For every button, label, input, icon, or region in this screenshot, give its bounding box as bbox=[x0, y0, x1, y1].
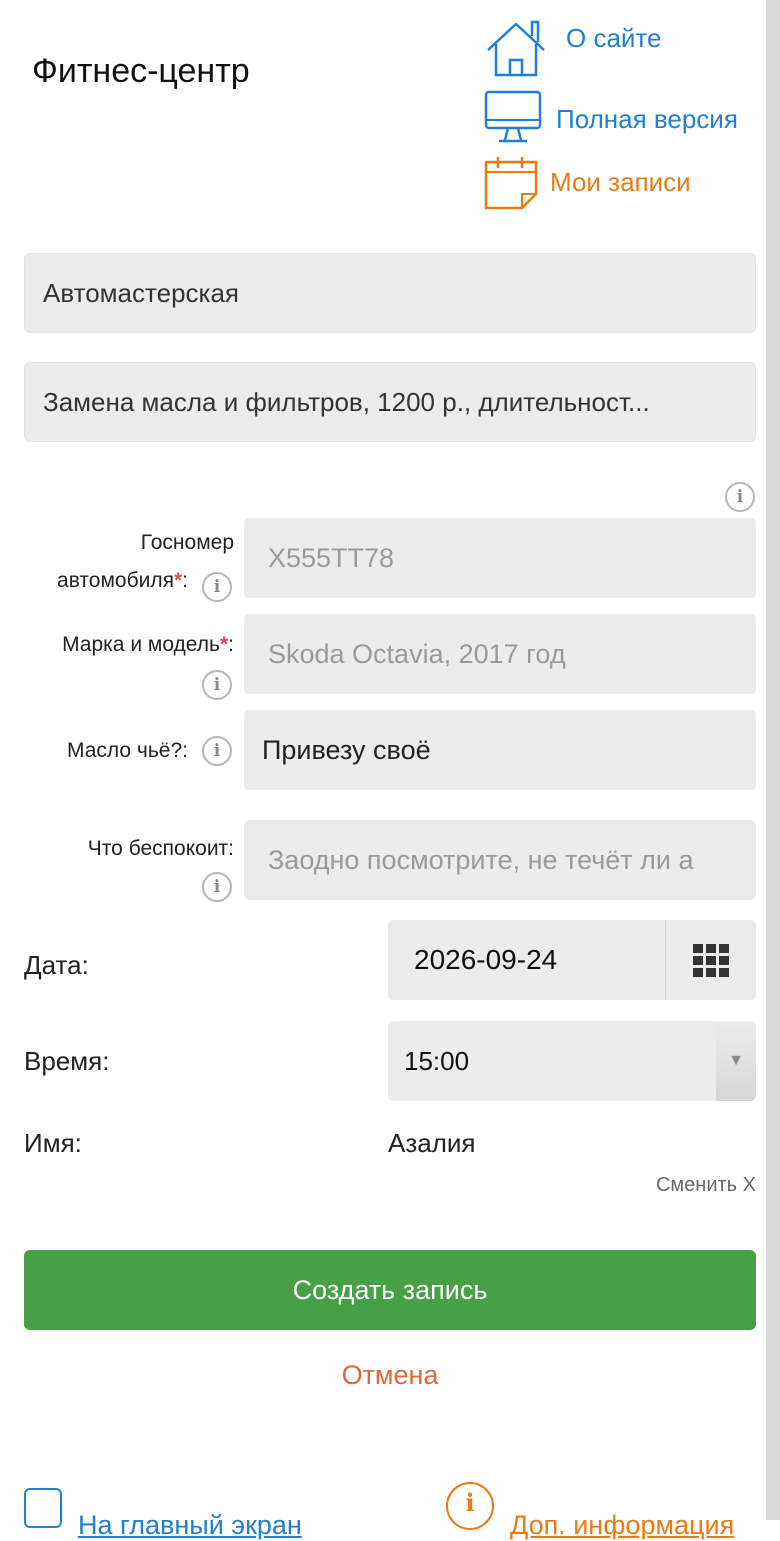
plate-label-line2: автомобиля bbox=[57, 568, 174, 592]
concern-textarea[interactable]: Заодно посмотрите, не течёт ли а bbox=[244, 820, 756, 900]
my-bookings-link[interactable]: Мои записи bbox=[484, 156, 691, 217]
calendar-icon bbox=[484, 156, 538, 217]
model-input[interactable]: Skoda Octavia, 2017 год bbox=[244, 614, 756, 694]
time-select[interactable]: 15:00 ▼ bbox=[388, 1021, 756, 1101]
plate-info-icon[interactable]: i bbox=[202, 572, 232, 602]
my-bookings-link-label: Мои записи bbox=[550, 167, 691, 197]
home-icon bbox=[484, 18, 548, 85]
calendar-picker-button[interactable] bbox=[665, 920, 756, 1000]
full-version-link-label: Полная версия bbox=[556, 104, 738, 134]
caret-down-icon: ▼ bbox=[716, 1021, 756, 1101]
more-info-label: Доп. информация bbox=[510, 1510, 735, 1540]
oil-value: Привезу своё bbox=[262, 734, 431, 765]
concern-placeholder: Заодно посмотрите, не течёт ли а bbox=[268, 844, 694, 875]
form-info-icon[interactable]: i bbox=[725, 482, 755, 512]
time-label: Время: bbox=[24, 1046, 110, 1076]
oil-select[interactable]: Привезу своё bbox=[244, 710, 756, 790]
plate-label-colon: : bbox=[182, 568, 188, 592]
time-value: 15:00 bbox=[404, 1045, 470, 1076]
model-required-mark: * bbox=[219, 633, 229, 656]
monitor-icon bbox=[484, 90, 542, 153]
change-name-link[interactable]: Сменить Х bbox=[656, 1174, 756, 1197]
full-version-link[interactable]: Полная версия bbox=[484, 90, 738, 153]
model-label-colon: : bbox=[228, 633, 234, 656]
model-placeholder: Skoda Octavia, 2017 год bbox=[268, 638, 566, 669]
date-label: Дата: bbox=[24, 950, 89, 980]
oil-label: Масло чьё?: bbox=[67, 739, 188, 762]
oil-info-icon[interactable]: i bbox=[202, 736, 232, 766]
home-screen-icon bbox=[24, 1488, 62, 1528]
page-title: Фитнес-центр bbox=[32, 52, 250, 90]
concern-label: Что беспокоит: bbox=[87, 837, 234, 860]
model-info-icon[interactable]: i bbox=[202, 670, 232, 700]
plate-label-line1: Госномер bbox=[140, 531, 234, 554]
concern-info-icon[interactable]: i bbox=[202, 872, 232, 902]
about-link[interactable]: О сайте bbox=[484, 18, 662, 85]
model-label: Марка и модель*: bbox=[62, 626, 234, 664]
more-info-link[interactable]: i Доп. информация bbox=[446, 1482, 734, 1541]
home-screen-label: На главный экран bbox=[78, 1510, 302, 1540]
service-category-value: Автомастерская bbox=[43, 277, 240, 308]
plate-placeholder: Х555ТТ78 bbox=[268, 542, 395, 573]
about-link-label: О сайте bbox=[566, 23, 662, 53]
create-booking-button[interactable]: Создать запись bbox=[24, 1250, 756, 1330]
date-field[interactable]: 2026-09-24 bbox=[388, 920, 756, 1000]
name-label: Имя: bbox=[24, 1128, 82, 1158]
scrollbar[interactable] bbox=[766, 0, 780, 1520]
service-value: Замена масла и фильтров, 1200 р., длител… bbox=[43, 386, 650, 417]
plate-input[interactable]: Х555ТТ78 bbox=[244, 518, 756, 598]
service-select[interactable]: Замена масла и фильтров, 1200 р., длител… bbox=[24, 362, 756, 442]
info-icon: i bbox=[446, 1482, 494, 1530]
cancel-link[interactable]: Отмена bbox=[0, 1360, 780, 1391]
home-screen-link[interactable]: На главный экран bbox=[24, 1488, 302, 1541]
date-value: 2026-09-24 bbox=[414, 944, 558, 975]
grid-icon bbox=[693, 943, 729, 977]
plate-required-mark: * bbox=[173, 568, 183, 592]
service-category-select[interactable]: Автомастерская bbox=[24, 253, 756, 333]
model-label-text: Марка и модель bbox=[62, 633, 220, 656]
name-value: Азалия bbox=[388, 1128, 476, 1158]
